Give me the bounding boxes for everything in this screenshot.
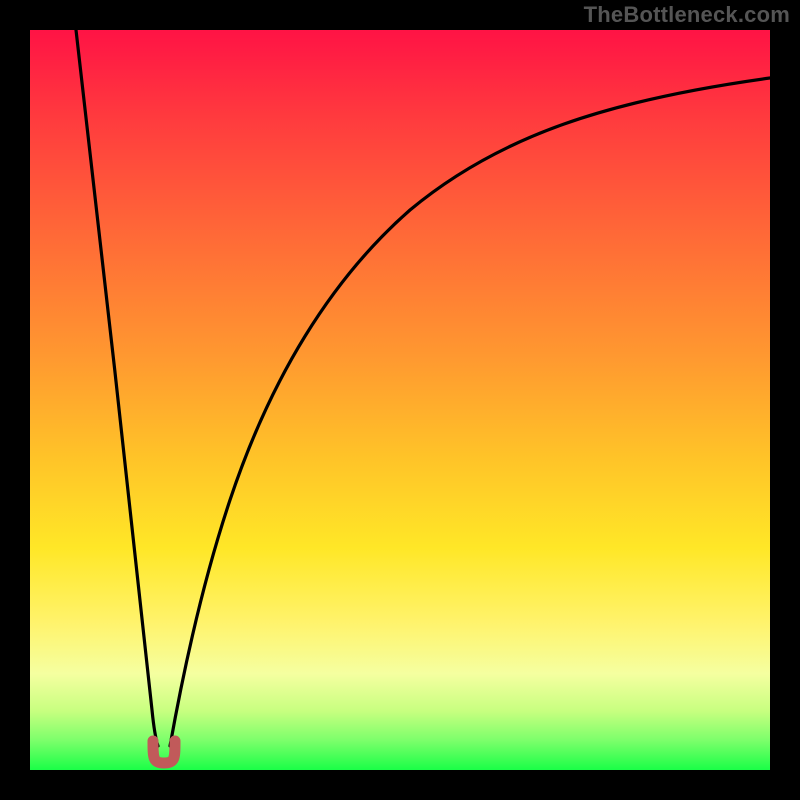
chart-frame: TheBottleneck.com	[0, 0, 800, 800]
dip-marker-icon	[153, 741, 175, 763]
watermark-text: TheBottleneck.com	[584, 2, 790, 28]
curve-right-branch	[170, 78, 770, 746]
curve-left-branch	[76, 30, 158, 746]
plot-area	[30, 30, 770, 770]
bottleneck-curve-svg	[30, 30, 770, 770]
